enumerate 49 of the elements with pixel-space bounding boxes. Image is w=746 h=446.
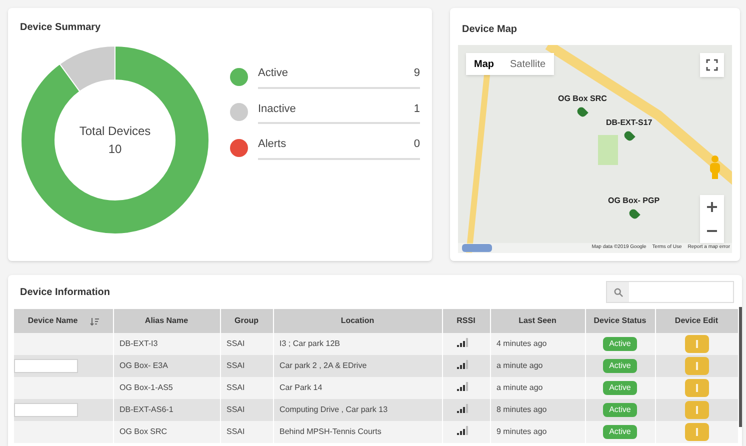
pegman-icon[interactable] [708, 155, 722, 179]
map-pin-icon[interactable] [627, 208, 640, 220]
edit-button[interactable] [684, 335, 709, 353]
status-badge: Active [603, 381, 637, 395]
status-badge: Active [603, 425, 637, 439]
signal-icon [456, 404, 468, 412]
edit-button[interactable] [684, 357, 709, 375]
fullscreen-button[interactable] [700, 53, 724, 77]
card-title: Device Map [462, 23, 518, 37]
table-cell: SSAI [220, 421, 273, 443]
total-value: 10 [108, 141, 122, 158]
fullscreen-icon [706, 59, 718, 71]
signal-icon [456, 338, 468, 346]
search-field[interactable] [606, 281, 734, 303]
signal-icon [456, 426, 468, 434]
redacted-block [14, 359, 78, 373]
legend-label: Alerts [258, 137, 286, 152]
sort-icon[interactable] [90, 316, 99, 326]
search-icon [614, 288, 622, 296]
card-title: Device Information [20, 286, 110, 300]
marker-label: DB-EXT-S17 [606, 117, 652, 129]
plus-icon [706, 201, 718, 213]
card-title: Device Summary [20, 21, 102, 35]
table-cell: Behind MPSH-Tennis Courts [273, 421, 442, 443]
map-type-tab[interactable]: Map [466, 53, 502, 75]
table-cell: 9 minutes ago [490, 421, 585, 443]
legend-label: Inactive [258, 102, 296, 116]
status-badge: Active [603, 403, 637, 417]
status-badge: Active [603, 359, 637, 373]
edit-button[interactable] [684, 401, 709, 419]
legend-count: 0 [414, 137, 420, 152]
map-pin-icon[interactable] [576, 106, 589, 118]
edit-button[interactable] [684, 379, 709, 397]
column-header: Device Name [28, 315, 78, 327]
marker-label: OG Box SRC [558, 93, 607, 105]
map-type-tab[interactable]: Satellite [502, 53, 554, 75]
redacted-block [14, 403, 78, 417]
total-label: Total Devices [79, 123, 151, 140]
marker-label: OG Box- PGP [608, 195, 660, 207]
scrollbar[interactable] [739, 307, 742, 427]
table-cell: OG Box SRC [113, 421, 220, 443]
map-pin-icon[interactable] [622, 130, 636, 142]
signal-icon [456, 360, 468, 368]
legend-label: Active [258, 66, 288, 81]
legend-count: 9 [414, 66, 420, 81]
legend-count: 1 [414, 102, 420, 116]
signal-icon [456, 382, 468, 390]
status-badge: Active [603, 337, 637, 351]
edit-button[interactable] [684, 423, 709, 441]
